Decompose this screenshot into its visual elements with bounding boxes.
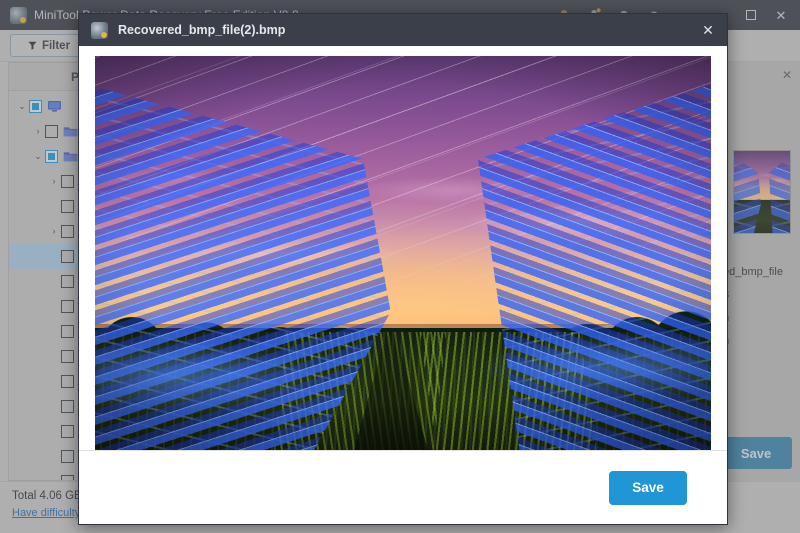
tree-item-checkbox[interactable] — [61, 425, 74, 438]
tree-item-checkbox[interactable] — [61, 275, 74, 288]
preview-save-wrap: Save — [720, 437, 792, 469]
preview-meta-line: ed_bmp_file — [723, 266, 783, 278]
preview-meta-line: n — [723, 335, 783, 347]
filter-button[interactable]: Filter — [10, 34, 88, 57]
tree-item-checkbox[interactable] — [61, 225, 74, 238]
screen-root: MiniTool Power Data Recovery Free Editio… — [0, 0, 800, 533]
dialog-title: Recovered_bmp_file(2).bmp — [118, 23, 286, 37]
photo-vignette — [95, 56, 711, 450]
tree-item-checkbox[interactable] — [61, 200, 74, 213]
chevron-right-icon[interactable]: › — [47, 177, 61, 186]
tree-item-checkbox[interactable] — [61, 450, 74, 463]
chevron-down-icon[interactable]: ⌄ — [31, 152, 45, 161]
maximize-button[interactable] — [736, 0, 766, 30]
chevron-right-icon[interactable]: › — [31, 127, 45, 136]
filter-button-label: Filter — [41, 39, 71, 52]
dialog-footer: Save — [79, 450, 727, 524]
dialog-image-area — [79, 46, 727, 450]
save-button[interactable]: Save — [609, 470, 687, 505]
file-preview-icon — [91, 21, 108, 39]
close-button[interactable]: ✕ — [766, 0, 796, 30]
folder-icon — [63, 150, 78, 163]
tree-item-checkbox[interactable] — [61, 325, 74, 338]
tree-item-checkbox[interactable] — [45, 150, 58, 163]
tree-item-checkbox[interactable] — [61, 350, 74, 363]
preview-file-meta: ed_bmp_file 3 nn — [723, 266, 783, 358]
dialog-title-bar: Recovered_bmp_file(2).bmp ✕ — [79, 14, 727, 46]
save-button-background[interactable]: Save — [720, 437, 792, 469]
tree-item-checkbox[interactable] — [61, 250, 74, 263]
recovered-bmp-thumbnail[interactable] — [733, 150, 791, 234]
image-preview-dialog: Recovered_bmp_file(2).bmp ✕ Save — [78, 13, 728, 525]
folder-icon — [63, 125, 78, 138]
funnel-icon — [28, 41, 37, 50]
chevron-right-icon[interactable]: › — [47, 227, 61, 236]
preview-meta-line: 3 — [723, 289, 783, 301]
tree-item-checkbox[interactable] — [61, 400, 74, 413]
preview-image — [95, 56, 711, 450]
monitor-icon — [47, 100, 62, 113]
chevron-down-icon[interactable]: ⌄ — [15, 102, 29, 111]
tree-item-checkbox[interactable] — [61, 175, 74, 188]
preview-meta-line: n — [723, 312, 783, 324]
dialog-close-button[interactable]: ✕ — [693, 15, 723, 45]
preview-panel-close-icon[interactable]: ✕ — [774, 62, 800, 88]
file-preview-panel: ✕ ed_bmp_file 3 nn Save — [720, 62, 800, 481]
minitool-app-icon — [10, 6, 27, 24]
tree-item-checkbox[interactable] — [45, 125, 58, 138]
tree-item-checkbox[interactable] — [61, 300, 74, 313]
tree-item-checkbox[interactable] — [61, 375, 74, 388]
tree-item-checkbox[interactable] — [29, 100, 42, 113]
